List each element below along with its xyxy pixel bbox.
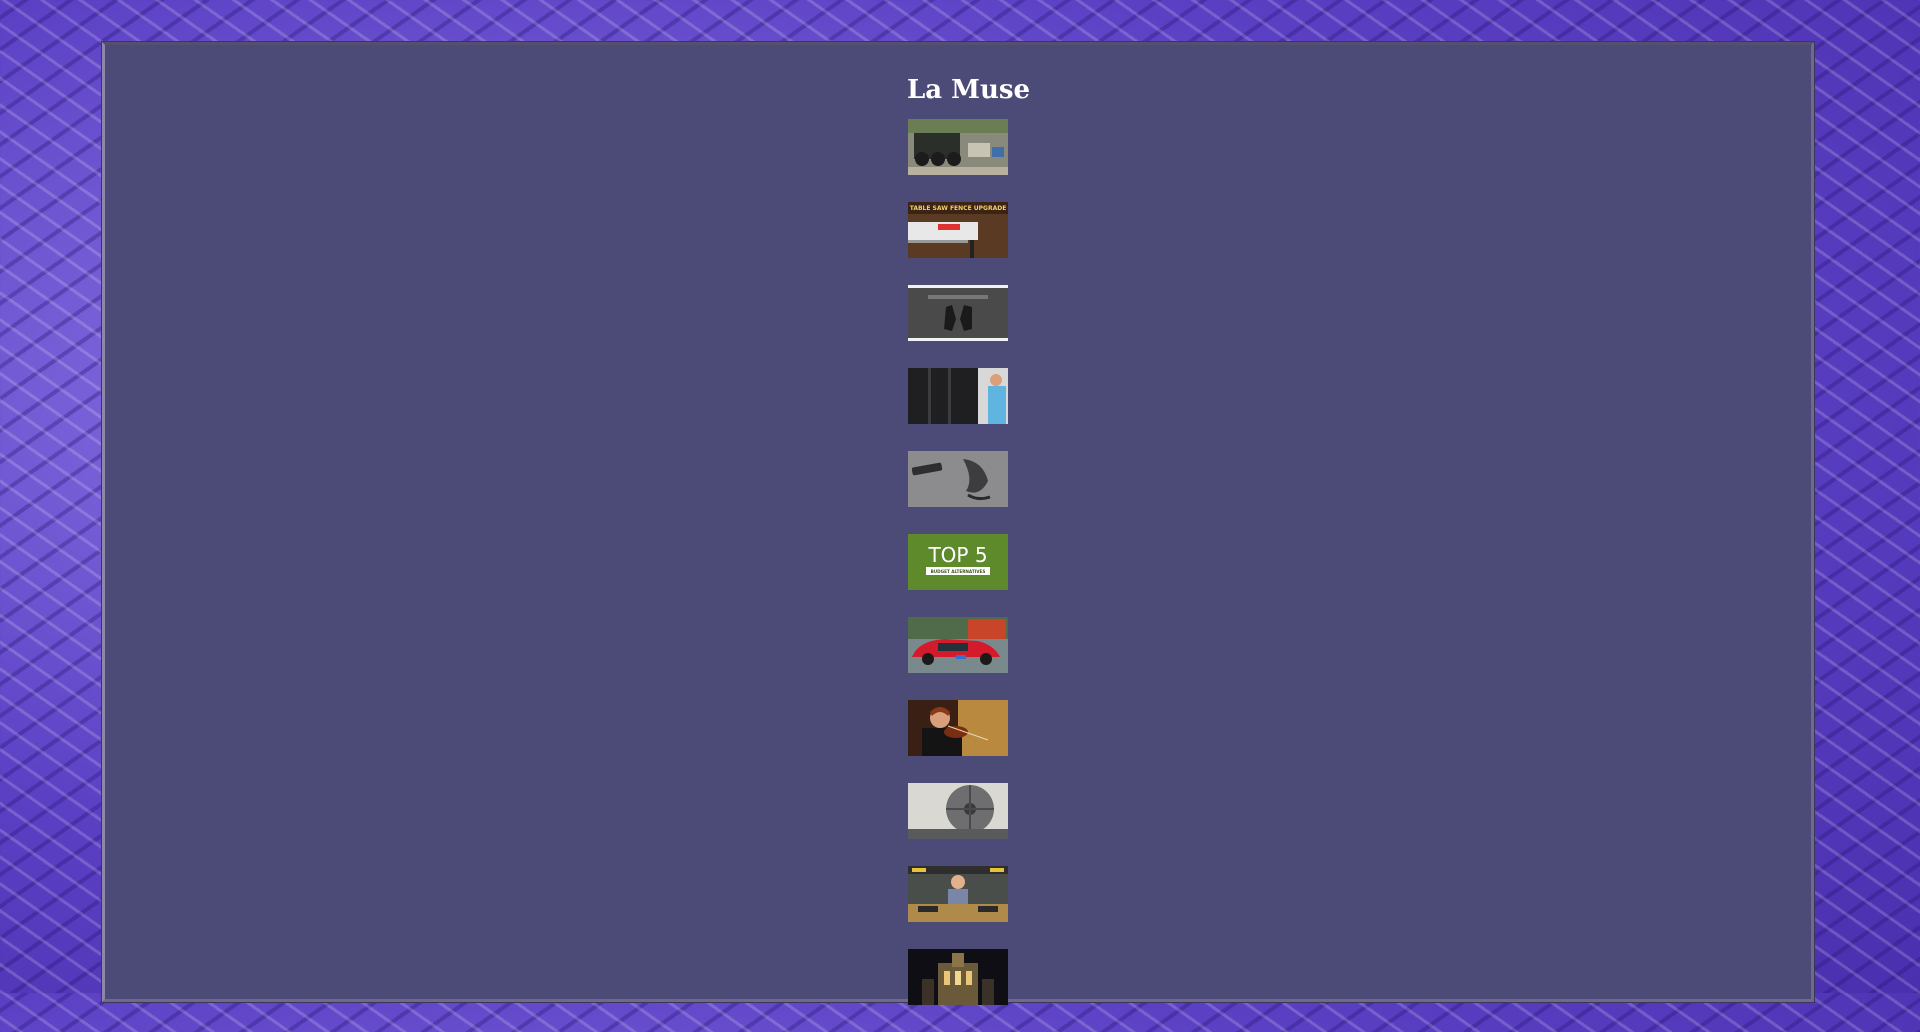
table-saw-caption: TABLE SAW FENCE UPGRADE [910, 205, 1007, 212]
thumbnail-red-car[interactable] [908, 617, 1008, 673]
top5-subcaption: BUDGET ALTERNATIVES [931, 569, 986, 574]
locomotive-image [908, 119, 1008, 175]
thumbnail-violinist[interactable] [908, 700, 1008, 756]
page-frame: La Muse TABLE SAW FENCE UPGRADE TOP 5 BU… [102, 42, 1814, 1005]
thumbnail-workshop-man[interactable] [908, 866, 1008, 922]
thumbnail-gray-tools[interactable] [908, 451, 1008, 507]
top5-image: TOP 5 BUDGET ALTERNATIVES [908, 534, 1008, 590]
thumbnail-dark-gloves[interactable] [908, 285, 1008, 341]
red-car-image [908, 617, 1008, 673]
thumbnail-man-at-door[interactable] [908, 368, 1008, 424]
top5-caption: TOP 5 [927, 543, 987, 567]
violinist-image [908, 700, 1008, 756]
tools-image [908, 451, 1008, 507]
cathedral-image [908, 949, 1008, 1005]
gloves-image [908, 285, 1008, 341]
saw-blade-image [908, 783, 1008, 839]
page-title: La Muse [907, 75, 1031, 105]
content-column: La Muse TABLE SAW FENCE UPGRADE TOP 5 BU… [907, 73, 1031, 1032]
workshop-image [908, 866, 1008, 922]
thumbnail-saw-blade[interactable] [908, 783, 1008, 839]
table-saw-image: TABLE SAW FENCE UPGRADE [908, 202, 1008, 258]
thumbnail-top5[interactable]: TOP 5 BUDGET ALTERNATIVES [908, 534, 1008, 590]
thumbnail-locomotive-model[interactable] [908, 119, 1008, 175]
thumbnail-table-saw-fence-upgrade[interactable]: TABLE SAW FENCE UPGRADE [908, 202, 1008, 258]
thumbnail-cathedral[interactable] [908, 949, 1008, 1005]
door-image [908, 368, 1008, 424]
